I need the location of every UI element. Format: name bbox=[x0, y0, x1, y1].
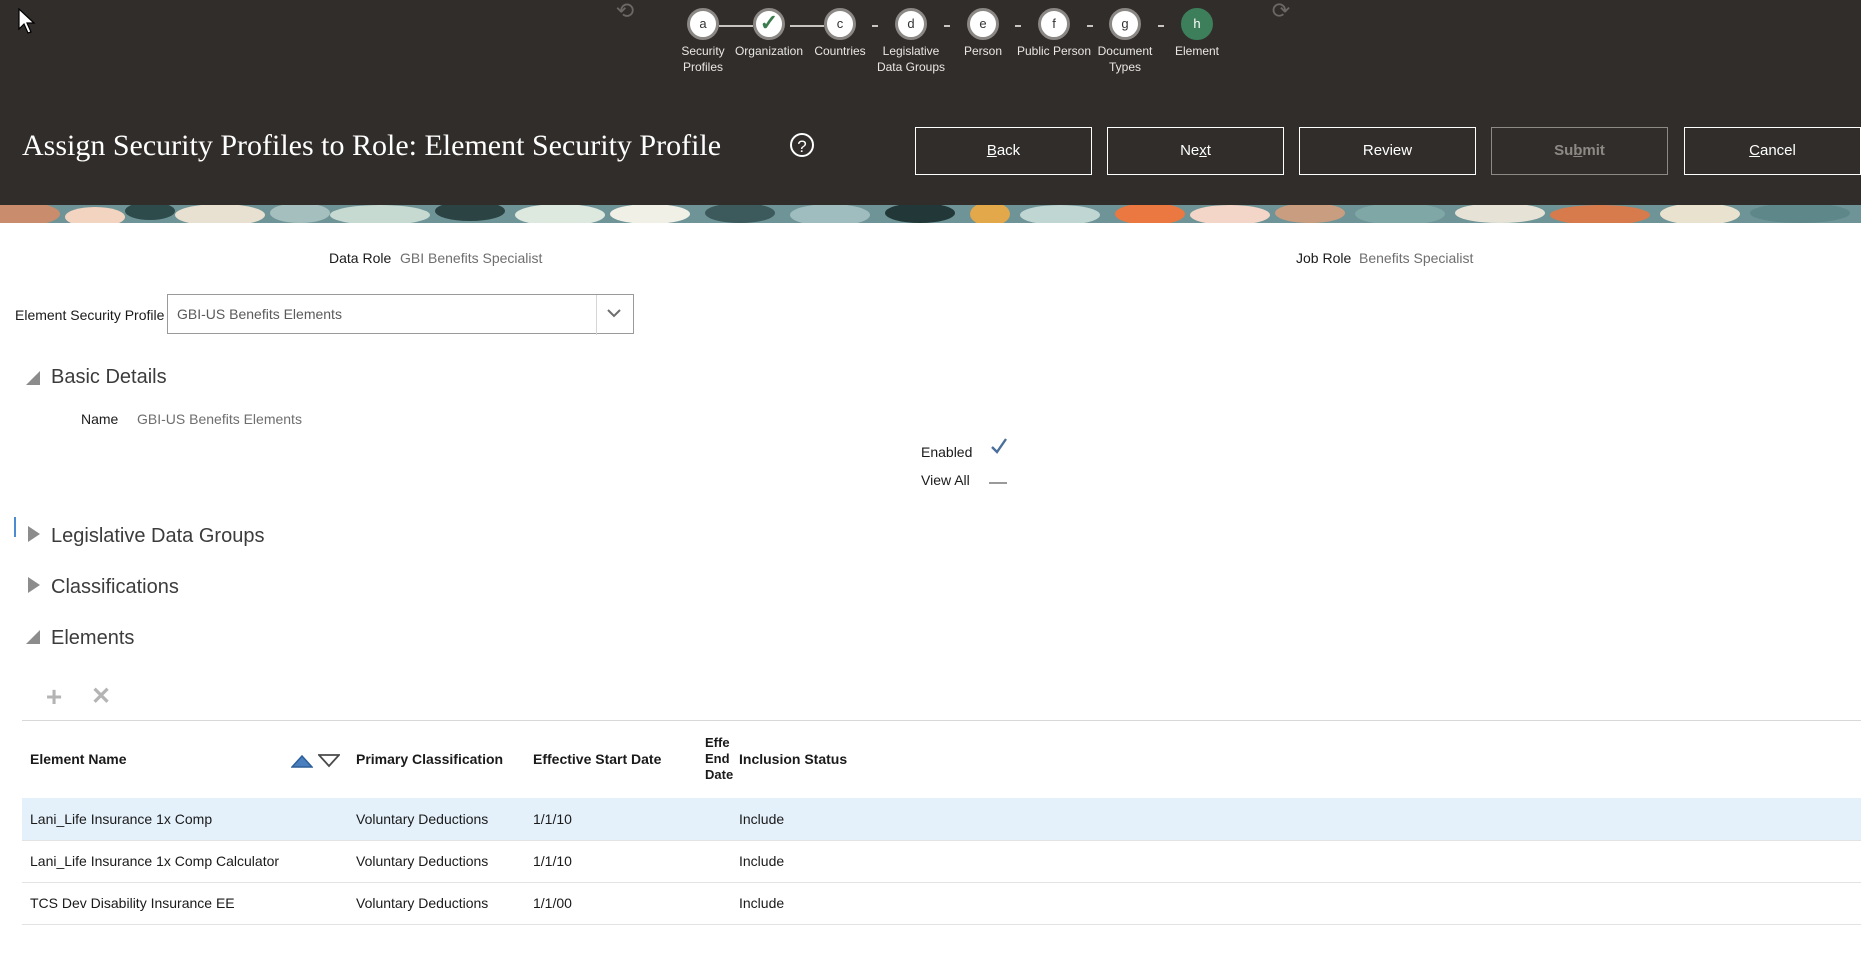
cell-inclusion-status: Include bbox=[739, 895, 785, 911]
cell-effective-start-date: 1/1/10 bbox=[533, 853, 572, 869]
review-label: Review bbox=[1362, 142, 1413, 159]
basic-details-title: Basic Details bbox=[51, 366, 167, 388]
name-value: GBI-US Benefits Elements bbox=[137, 411, 302, 427]
train-stop-circle: d bbox=[895, 8, 927, 40]
back-accesskey: B bbox=[986, 142, 997, 159]
job-role-label: Job Role bbox=[1296, 250, 1352, 266]
table-row[interactable]: TCS Dev Disability Insurance EE Voluntar… bbox=[22, 882, 1861, 925]
add-icon[interactable]: + bbox=[41, 683, 67, 711]
collapse-triangle-icon[interactable] bbox=[24, 369, 42, 387]
data-role-label: Data Role bbox=[329, 250, 392, 266]
data-role-value: GBI Benefits Specialist bbox=[400, 250, 543, 266]
cancel-button[interactable]: Cancel bbox=[1684, 127, 1861, 175]
column-header-inclusion-status[interactable]: Inclusion Status bbox=[739, 751, 847, 767]
cell-element-name: Lani_Life Insurance 1x Comp Calculator bbox=[30, 853, 280, 869]
submit-label-rest: mit bbox=[1582, 142, 1605, 159]
train-stop-label: Document Types bbox=[1097, 44, 1153, 74]
column-header-line: Effe bbox=[705, 735, 730, 750]
train-stop-label: Legislative Data Groups bbox=[876, 44, 946, 74]
collapse-triangle-icon[interactable] bbox=[24, 628, 42, 646]
cell-element-name: Lani_Life Insurance 1x Comp bbox=[30, 811, 213, 827]
train-stop-circle: h bbox=[1181, 8, 1213, 40]
expand-triangle-icon[interactable] bbox=[25, 525, 43, 543]
table-header: Element Name Primary Classification Effe… bbox=[22, 720, 1861, 799]
submit-label: Su bbox=[1554, 142, 1574, 159]
table-row[interactable]: Lani_Life Insurance 1x Comp Voluntary De… bbox=[22, 798, 1861, 841]
mouse-cursor-icon bbox=[18, 8, 36, 34]
table-row[interactable]: Lani_Life Insurance 1x Comp Calculator V… bbox=[22, 840, 1861, 883]
back-button[interactable]: Back bbox=[915, 127, 1092, 175]
cell-element-name: TCS Dev Disability Insurance EE bbox=[30, 895, 235, 911]
focus-marker bbox=[14, 517, 16, 537]
next-label-rest: t bbox=[1206, 142, 1211, 159]
enabled-label: Enabled bbox=[921, 444, 973, 460]
job-role-value: Benefits Specialist bbox=[1359, 250, 1474, 266]
cell-primary-classification: Voluntary Deductions bbox=[356, 895, 489, 911]
column-header-effective-start-date[interactable]: Effective Start Date bbox=[533, 751, 661, 767]
column-header-primary-classification[interactable]: Primary Classification bbox=[356, 751, 503, 767]
cell-inclusion-status: Include bbox=[739, 853, 785, 869]
next-button[interactable]: Next bbox=[1107, 127, 1284, 175]
sort-descending-icon[interactable] bbox=[318, 753, 340, 769]
submit-button[interactable]: Submit bbox=[1491, 127, 1668, 175]
cell-inclusion-status: Include bbox=[739, 811, 785, 827]
next-accesskey: x bbox=[1199, 142, 1207, 159]
train-stop-circle: g bbox=[1109, 8, 1141, 40]
banner-pattern bbox=[0, 205, 1861, 223]
cell-effective-start-date: 1/1/10 bbox=[533, 811, 572, 827]
cell-primary-classification: Voluntary Deductions bbox=[356, 853, 489, 869]
train-stop-circle: f bbox=[1038, 8, 1070, 40]
page-header: ⟲ a Security Profiles ✓ Organization c C… bbox=[0, 0, 1861, 205]
view-all-unchecked-dash bbox=[989, 482, 1007, 484]
train-stop-element[interactable]: h Element bbox=[1152, 8, 1242, 59]
select-divider bbox=[596, 295, 597, 335]
cancel-label-rest: ancel bbox=[1759, 142, 1796, 159]
train-stop-circle: c bbox=[824, 8, 856, 40]
name-label: Name bbox=[81, 411, 119, 427]
back-label-rest: ack bbox=[996, 142, 1021, 159]
sort-ascending-icon[interactable] bbox=[291, 753, 313, 769]
column-header-effective-end-date[interactable]: Effe End Date bbox=[705, 735, 735, 783]
check-icon bbox=[991, 438, 1007, 454]
help-icon[interactable]: ? bbox=[790, 133, 814, 157]
view-all-label: View All bbox=[921, 472, 970, 488]
column-header-element-name[interactable]: Element Name bbox=[30, 751, 126, 767]
expand-triangle-icon[interactable] bbox=[25, 576, 43, 594]
next-label: Ne bbox=[1180, 142, 1200, 159]
review-button[interactable]: Review bbox=[1299, 127, 1476, 175]
elements-title: Elements bbox=[51, 627, 135, 649]
train-previous-icon[interactable]: ⟲ bbox=[612, 0, 638, 26]
train-stop-circle: e bbox=[967, 8, 999, 40]
page-title: Assign Security Profiles to Role: Elemen… bbox=[22, 129, 722, 162]
chevron-down-icon[interactable] bbox=[605, 304, 623, 322]
legislative-data-groups-title[interactable]: Legislative Data Groups bbox=[51, 525, 264, 548]
element-security-profile-select[interactable]: GBI-US Benefits Elements bbox=[167, 294, 634, 335]
delete-icon[interactable]: ✕ bbox=[88, 684, 114, 710]
column-header-line: Date bbox=[705, 767, 734, 782]
element-security-profile-value: GBI-US Benefits Elements bbox=[177, 306, 342, 322]
cancel-accesskey: C bbox=[1749, 142, 1760, 159]
classifications-title[interactable]: Classifications bbox=[51, 576, 179, 599]
cell-effective-start-date: 1/1/00 bbox=[533, 895, 572, 911]
checkmark-icon: ✓ bbox=[753, 8, 785, 40]
train-next-icon[interactable]: ⟳ bbox=[1268, 0, 1294, 26]
train-stop-circle: a bbox=[687, 8, 719, 40]
train-stop-label: Element bbox=[1174, 44, 1220, 58]
column-header-line: End bbox=[705, 751, 730, 766]
element-security-profile-label: Element Security Profile bbox=[15, 307, 165, 323]
cell-primary-classification: Voluntary Deductions bbox=[356, 811, 489, 827]
decorative-banner bbox=[0, 205, 1861, 223]
